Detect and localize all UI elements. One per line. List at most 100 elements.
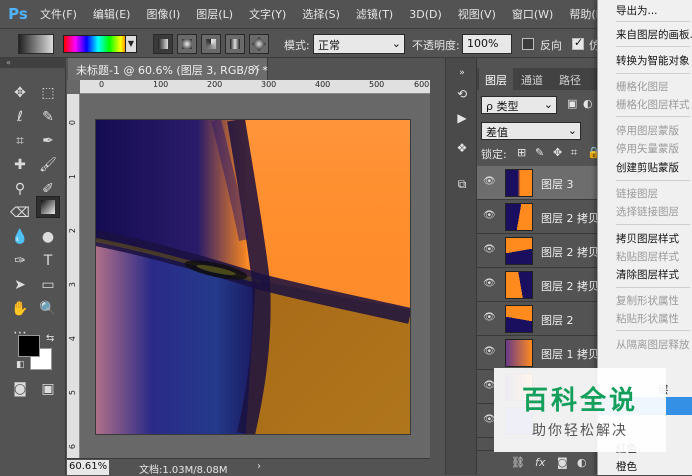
layer-row[interactable]: 👁 图层 2 拷贝	[477, 200, 599, 234]
zoom-tool-icon[interactable]: 🔍	[36, 298, 60, 320]
rectangle-tool-icon[interactable]: ▭	[36, 274, 60, 296]
menu-window[interactable]: 窗口(W)	[504, 6, 561, 22]
lock-position-icon[interactable]: ✥	[553, 146, 562, 159]
reverse-checkbox[interactable]	[522, 38, 534, 50]
menu-edit[interactable]: 编辑(E)	[85, 6, 139, 22]
radial-gradient-button[interactable]	[177, 34, 197, 54]
menu-3d[interactable]: 3D(D)	[401, 8, 450, 21]
tab-layers[interactable]: 图层	[479, 68, 513, 90]
foreground-color-swatch[interactable]	[18, 335, 40, 357]
layer-row[interactable]: 👁 图层 3	[477, 166, 597, 200]
dodge-tool-icon[interactable]: ●	[36, 226, 60, 248]
lasso-tool-icon[interactable]: ℓ	[8, 106, 32, 128]
clone-stamp-tool-icon[interactable]: ⚲	[8, 178, 32, 200]
marquee-tool-icon[interactable]: ⬚	[36, 82, 60, 104]
eye-icon[interactable]: 👁	[483, 245, 497, 255]
gradient-artwork	[96, 120, 410, 434]
status-menu-arrow-icon[interactable]: ›	[257, 461, 261, 472]
tab-paths[interactable]: 路径	[553, 68, 587, 90]
default-colors-icon[interactable]: ◧	[16, 360, 25, 370]
crop-tool-icon[interactable]: ⌗	[8, 130, 32, 152]
menu-file[interactable]: 文件(F)	[32, 6, 85, 22]
collapse-icon[interactable]: «	[6, 58, 11, 67]
lock-transparent-icon[interactable]: ⊞	[517, 146, 526, 159]
menu-select[interactable]: 选择(S)	[294, 6, 348, 22]
menu-item-convert-smart-object[interactable]: 转换为智能对象	[598, 50, 692, 70]
canvas-image[interactable]	[96, 120, 410, 434]
history-panel-icon[interactable]: ⟲	[450, 84, 474, 104]
tools-panel-header[interactable]: «	[0, 58, 66, 68]
menu-item-copy-layer-style[interactable]: 拷贝图层样式	[598, 228, 692, 248]
layer-filter-select[interactable]: ρ 类型 ⌄	[481, 96, 557, 114]
document-size: 文档:1.03M/8.08M	[139, 465, 228, 476]
quick-select-tool-icon[interactable]: ✎	[36, 106, 60, 128]
lock-pixels-icon[interactable]: ✎	[535, 146, 544, 159]
tab-channels[interactable]: 通道	[515, 68, 549, 90]
menu-item-orange[interactable]: 橙色	[598, 456, 692, 476]
close-icon[interactable]: ×	[252, 61, 261, 74]
menu-item-clear-layer-style[interactable]: 清除图层样式	[598, 264, 692, 284]
collapse-icon[interactable]: »	[450, 68, 474, 78]
menu-view[interactable]: 视图(V)	[450, 6, 504, 22]
quick-mask-icon[interactable]: ◙	[8, 378, 32, 400]
layer-row[interactable]: 👁 图层 2 拷贝	[477, 268, 599, 302]
actions-panel-icon[interactable]: ▶	[450, 108, 474, 128]
adjustment-layer-icon[interactable]: ◐	[577, 456, 587, 469]
type-tool-icon[interactable]: T	[36, 250, 60, 272]
link-layers-icon[interactable]: ⛓	[511, 456, 525, 469]
lock-artboard-icon[interactable]: ⌗	[571, 146, 577, 160]
eyedropper-tool-icon[interactable]: ✒	[36, 130, 60, 152]
linear-gradient-button[interactable]	[153, 34, 173, 54]
fx-icon[interactable]: fx	[535, 456, 545, 469]
blend-mode-select[interactable]: 差值 ⌄	[481, 122, 581, 140]
3d-panel-icon[interactable]: ❖	[450, 138, 474, 158]
layer-row[interactable]: 👁 图层 1 拷贝	[477, 336, 599, 370]
menu-image[interactable]: 图像(I)	[138, 6, 188, 22]
app-logo: Ps	[8, 5, 28, 23]
brush-tool-icon[interactable]: 🖌	[36, 154, 60, 176]
eraser-tool-icon[interactable]: ⌫	[8, 202, 32, 224]
angle-gradient-button[interactable]	[201, 34, 221, 54]
menu-item-export-as[interactable]: 导出为...	[598, 0, 692, 20]
glyphs-panel-icon[interactable]: ⧉	[450, 174, 474, 194]
ruler-tick: 3	[68, 282, 77, 288]
gradient-tool-icon[interactable]	[36, 196, 60, 218]
healing-brush-tool-icon[interactable]: ✚	[8, 154, 32, 176]
layer-row[interactable]: 👁 图层 2	[477, 302, 597, 336]
eye-icon[interactable]: 👁	[483, 211, 497, 221]
blur-tool-icon[interactable]: 💧	[8, 226, 32, 248]
move-tool-icon[interactable]: ✥	[8, 82, 32, 104]
menu-item-create-clipping-mask[interactable]: 创建剪贴蒙版	[598, 157, 692, 177]
layer-row[interactable]: 👁 图层 2 拷贝	[477, 234, 599, 268]
eye-icon[interactable]: 👁	[483, 347, 497, 357]
path-select-tool-icon[interactable]: ➤	[8, 274, 32, 296]
eye-icon[interactable]: 👁	[483, 313, 497, 323]
horizontal-ruler[interactable]: 0 100 200 300 400 500 600	[80, 80, 430, 94]
menu-filter[interactable]: 滤镜(T)	[348, 6, 401, 22]
gradient-picker-caret[interactable]: ▼	[125, 35, 137, 53]
gradient-editor-bar[interactable]	[63, 35, 133, 53]
image-filter-icon[interactable]: ▣	[567, 97, 577, 110]
reflected-gradient-button[interactable]	[225, 34, 245, 54]
hand-tool-icon[interactable]: ✋	[8, 298, 32, 320]
eye-icon[interactable]: 👁	[483, 177, 497, 187]
pen-tool-icon[interactable]: ✑	[8, 250, 32, 272]
menu-item-paste-layer-style: 粘贴图层样式	[616, 251, 679, 263]
add-mask-icon[interactable]: ◙	[557, 456, 568, 469]
screen-mode-icon[interactable]: ▣	[36, 378, 60, 400]
menu-item-artboard-from-layers[interactable]: 来自图层的画板...	[598, 24, 692, 44]
swap-colors-icon[interactable]: ⇆	[46, 333, 54, 344]
eye-icon[interactable]: 👁	[483, 279, 497, 289]
vertical-ruler[interactable]: 0 1 2 3 4 5 6	[67, 94, 80, 458]
mode-select[interactable]: 正常 ⌄	[313, 34, 405, 54]
diamond-gradient-button[interactable]	[249, 34, 269, 54]
menu-layer[interactable]: 图层(L)	[188, 6, 241, 22]
menu-divider	[616, 224, 690, 225]
adjustment-filter-icon[interactable]: ◐	[583, 97, 593, 110]
tool-preset-picker[interactable]	[18, 34, 54, 54]
dither-checkbox[interactable]	[572, 36, 584, 50]
zoom-level-field[interactable]: 60.61%	[67, 460, 109, 475]
opacity-caret-icon[interactable]: ⌄	[498, 39, 506, 49]
document-tab[interactable]: 未标题-1 @ 60.6% (图层 3, RGB/8) * ×	[68, 58, 268, 80]
menu-type[interactable]: 文字(Y)	[241, 6, 294, 22]
